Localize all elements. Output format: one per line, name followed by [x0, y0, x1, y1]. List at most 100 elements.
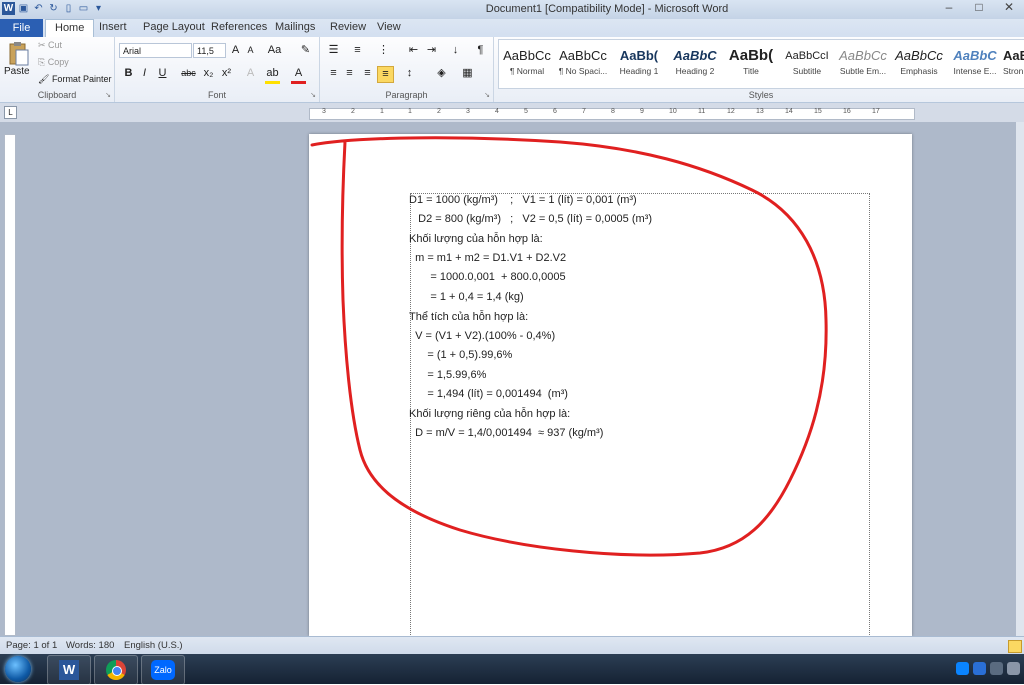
style-heading-1[interactable]: AaBb( Heading 1: [611, 46, 667, 76]
tab-view[interactable]: View: [377, 21, 401, 33]
document-line[interactable]: V = (V1 + V2).(100% - 0,4%): [409, 330, 555, 342]
document-line[interactable]: m = m1 + m2 = D1.V1 + D2.V2: [409, 252, 566, 264]
document-line[interactable]: D1 = 1000 (kg/m³) ; V1 = 1 (lít) = 0,001…: [409, 194, 637, 206]
tray-zalo-icon[interactable]: [956, 662, 969, 675]
text-effects-icon[interactable]: A: [243, 66, 258, 81]
tray-network-icon[interactable]: [973, 662, 986, 675]
paragraph-dialog-launcher-icon[interactable]: ↘: [484, 91, 490, 99]
highlight-color-icon[interactable]: ab: [265, 66, 280, 84]
tab-review[interactable]: Review: [330, 21, 366, 33]
borders-icon[interactable]: ▦: [460, 66, 475, 81]
style-no-spacing[interactable]: AaBbCc ¶ No Spaci...: [555, 46, 611, 76]
tab-file[interactable]: File: [0, 19, 43, 37]
document-line[interactable]: = 1,494 (lít) = 0,001494 (m³): [409, 388, 568, 400]
vertical-scrollbar[interactable]: [1016, 122, 1024, 636]
chrome-taskbar-button[interactable]: [94, 655, 138, 685]
ruler-number: 3: [322, 108, 326, 115]
show-formatting-icon[interactable]: ¶: [473, 43, 488, 58]
underline-icon[interactable]: U: [155, 66, 170, 81]
document-line[interactable]: Khối lượng riêng của hỗn hợp là:: [409, 408, 570, 420]
font-color-icon[interactable]: A: [291, 66, 306, 84]
ruler-number: 14: [785, 108, 793, 115]
grow-font-icon[interactable]: A: [228, 43, 243, 58]
ruler-number: 17: [872, 108, 880, 115]
window-controls: – □ ✕: [934, 0, 1024, 19]
bullets-icon[interactable]: ☰: [326, 43, 341, 58]
format-painter-button[interactable]: 🖌 Format Painter: [38, 74, 111, 85]
align-left-icon[interactable]: ≡: [326, 66, 341, 81]
vertical-ruler[interactable]: [4, 134, 16, 636]
tab-selector-icon[interactable]: L: [4, 106, 17, 119]
tab-mailings[interactable]: Mailings: [275, 21, 315, 33]
shading-icon[interactable]: ◈: [434, 66, 449, 81]
font-dialog-launcher-icon[interactable]: ↘: [310, 91, 316, 99]
tray-volume-icon[interactable]: [1007, 662, 1020, 675]
align-center-icon[interactable]: ≡: [342, 66, 357, 81]
paste-button[interactable]: Paste: [4, 66, 30, 77]
horizontal-ruler[interactable]: 3 2 1 1 2 3 4 5 6 7 8 9 10 11 12 13 14 15 16 17: [309, 108, 915, 120]
tab-page-layout[interactable]: Page Layout: [143, 21, 205, 33]
minimize-icon[interactable]: –: [934, 0, 964, 19]
style-subtle-emphasis[interactable]: AaBbCc Subtle Em...: [835, 46, 891, 76]
ruler-number: 2: [437, 108, 441, 115]
clear-formatting-icon[interactable]: ✎: [298, 43, 313, 58]
italic-icon[interactable]: I: [137, 66, 152, 81]
tray-flag-icon[interactable]: [990, 662, 1003, 675]
shrink-font-icon[interactable]: A: [243, 43, 258, 58]
zalo-taskbar-button[interactable]: Zalo: [141, 655, 185, 685]
document-line[interactable]: = 1000.0,001 + 800.0,0005: [409, 271, 565, 283]
style-intense-emphasis[interactable]: AaBbC Intense E...: [947, 46, 1003, 76]
line-spacing-icon[interactable]: ↕: [402, 66, 417, 81]
superscript-icon[interactable]: x²: [219, 66, 234, 81]
paste-icon[interactable]: [8, 41, 30, 67]
ruler-number: 8: [611, 108, 615, 115]
numbering-icon[interactable]: ≡: [350, 43, 365, 58]
style-normal[interactable]: AaBbCc ¶ Normal: [499, 46, 555, 76]
styles-gallery: AaBbCc ¶ Normal AaBbCc ¶ No Spaci... AaB…: [498, 39, 1024, 89]
ruler-number: 11: [698, 108, 706, 115]
start-button[interactable]: [5, 656, 31, 682]
document-line[interactable]: = 1,5.99,6%: [409, 369, 486, 381]
style-strong[interactable]: AaBb Stron: [1003, 46, 1024, 76]
document-line[interactable]: Thể tích của hỗn hợp là:: [409, 311, 528, 323]
tab-insert[interactable]: Insert: [99, 21, 127, 33]
decrease-indent-icon[interactable]: ⇤: [406, 43, 421, 58]
word-icon: W: [59, 660, 79, 680]
close-icon[interactable]: ✕: [994, 0, 1024, 19]
print-layout-icon[interactable]: [1008, 640, 1022, 653]
dialog-launcher-icon[interactable]: ↘: [105, 91, 111, 99]
increase-indent-icon[interactable]: ⇥: [424, 43, 439, 58]
ruler-number: 9: [640, 108, 644, 115]
style-emphasis[interactable]: AaBbCc Emphasis: [891, 46, 947, 76]
maximize-icon[interactable]: □: [964, 0, 994, 19]
strikethrough-icon[interactable]: abc: [181, 66, 196, 81]
word-count-status[interactable]: Words: 180: [66, 640, 114, 651]
document-line[interactable]: D2 = 800 (kg/m³) ; V2 = 0,5 (lít) = 0,00…: [409, 213, 652, 225]
tab-references[interactable]: References: [211, 21, 267, 33]
cut-button[interactable]: ✂ Cut: [38, 40, 62, 51]
font-size-box[interactable]: 11,5: [193, 43, 226, 58]
page-count-status[interactable]: Page: 1 of 1: [6, 640, 57, 651]
align-right-icon[interactable]: ≡: [360, 66, 375, 81]
style-title[interactable]: AaBb( Title: [723, 46, 779, 76]
style-heading-2[interactable]: AaBbC Heading 2: [667, 46, 723, 76]
language-status[interactable]: English (U.S.): [124, 640, 183, 651]
sort-icon[interactable]: ↓: [448, 43, 463, 58]
tab-home[interactable]: Home: [45, 19, 95, 38]
document-line[interactable]: = 1 + 0,4 = 1,4 (kg): [409, 291, 523, 303]
word-taskbar-button[interactable]: W: [47, 655, 91, 685]
clipboard-group: Paste ✂ Cut ⎘ Copy 🖌 Format Painter Clip…: [0, 37, 115, 102]
bold-icon[interactable]: B: [121, 66, 136, 81]
document-line[interactable]: D = m/V = 1,4/0,001494 ≈ 937 (kg/m³): [409, 427, 603, 439]
justify-icon[interactable]: ≡: [377, 66, 394, 83]
font-name-box[interactable]: Arial: [119, 43, 192, 58]
system-tray: [956, 662, 1020, 675]
multilevel-list-icon[interactable]: ⋮: [376, 43, 391, 58]
document-line[interactable]: Khối lượng của hỗn hợp là:: [409, 233, 543, 245]
subscript-icon[interactable]: x₂: [201, 66, 216, 81]
copy-button[interactable]: ⎘ Copy: [38, 57, 69, 68]
change-case-icon[interactable]: Aa: [267, 43, 282, 58]
document-line[interactable]: = (1 + 0,5).99,6%: [409, 349, 512, 361]
style-subtitle[interactable]: AaBbCcI Subtitle: [779, 46, 835, 76]
clipboard-group-label: Clipboard: [37, 90, 77, 100]
